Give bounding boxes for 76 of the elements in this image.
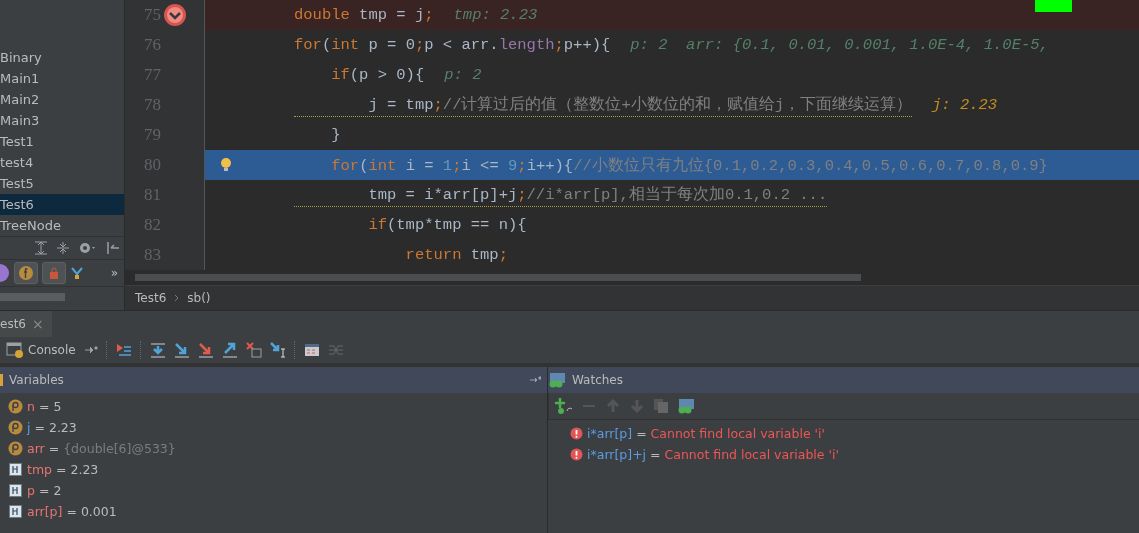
status-marker xyxy=(1035,0,1072,12)
panel-title: Watches xyxy=(572,373,623,387)
breadcrumb[interactable]: Test6 xyxy=(135,290,167,305)
lock-icon xyxy=(48,267,60,279)
debug-tab[interactable]: est6 × xyxy=(0,311,52,337)
collapse-all-icon[interactable] xyxy=(56,241,70,255)
local-variable-icon xyxy=(8,483,23,498)
lock-toggle[interactable] xyxy=(42,262,66,284)
step-out-icon[interactable] xyxy=(221,342,238,358)
inline-value: p: 2 arr: {0.1, 0.01, 0.001, 1.0E-4, 1.0E-5, xyxy=(630,36,1049,54)
scrollbar[interactable] xyxy=(0,293,65,301)
console-icon xyxy=(6,342,24,358)
settings-icon[interactable] xyxy=(78,241,98,255)
local-variable-icon xyxy=(8,504,23,519)
f-circle-icon xyxy=(18,265,34,281)
code-line: double tmp = j; xyxy=(294,6,434,24)
watch-icon xyxy=(548,372,566,388)
parameter-icon xyxy=(8,399,23,414)
variable-entry[interactable]: arr = {double[6]@533} xyxy=(27,441,176,456)
console-tab[interactable]: Console xyxy=(6,342,76,358)
code-line: for(int i = 1;i <= 9;i++){//小数位只有九位{0.1,0.2,0.3,0.4,0.5,0.6,0.7,0.8,0.9} xyxy=(330,155,1048,176)
pin-icon[interactable] xyxy=(83,345,98,355)
local-variable-icon xyxy=(8,462,23,477)
pin-icon[interactable] xyxy=(529,376,541,384)
tree-item[interactable]: test4 xyxy=(0,152,124,173)
copy-icon[interactable] xyxy=(653,398,669,414)
code-line: } xyxy=(330,126,341,144)
code-line: return tmp; xyxy=(404,246,508,264)
step-over-icon[interactable] xyxy=(149,342,166,358)
variable-entry[interactable]: n = 5 xyxy=(27,399,62,414)
lightbulb-icon[interactable] xyxy=(220,158,232,172)
inline-value: p: 2 xyxy=(444,66,482,84)
step-into-icon[interactable] xyxy=(173,342,190,358)
scrollbar[interactable] xyxy=(135,273,861,281)
tree-item[interactable]: Main3 xyxy=(0,110,124,131)
code-line: if(tmp*tmp == n){ xyxy=(367,216,527,234)
code-line: j = tmp;//计算过后的值（整数位+小数位的和，赋值给j，下面继续运算） xyxy=(294,93,913,117)
watch-entry[interactable]: i*arr[p] = Cannot find local variable 'i' xyxy=(587,426,825,441)
list-icon xyxy=(0,374,3,386)
tree-item[interactable]: TreeNode xyxy=(0,215,124,236)
code-line: if(p > 0){ xyxy=(330,66,425,84)
parameter-icon xyxy=(8,441,23,456)
watch-icon[interactable] xyxy=(677,398,695,414)
evaluate-icon[interactable] xyxy=(303,343,320,357)
inline-value: tmp: 2.23 xyxy=(453,6,538,24)
parameter-icon xyxy=(8,420,23,435)
tree-item[interactable]: Test5 xyxy=(0,173,124,194)
error-icon xyxy=(570,448,583,461)
tree-item[interactable]: Binary xyxy=(0,47,124,68)
watch-entry[interactable]: i*arr[p]+j = Cannot find local variable 'i' xyxy=(587,447,839,462)
show-execution-point-icon[interactable] xyxy=(115,342,132,358)
breadcrumb[interactable]: sb() xyxy=(187,290,211,305)
variable-entry[interactable]: j = 2.23 xyxy=(27,420,77,435)
variable-entry[interactable]: p = 2 xyxy=(27,483,62,498)
tree-item[interactable]: Main2 xyxy=(0,89,124,110)
add-watch-icon[interactable] xyxy=(555,397,573,415)
more-button[interactable]: » xyxy=(110,266,118,280)
inline-value: j: 2.23 xyxy=(932,96,998,114)
tree-item[interactable]: Main1 xyxy=(0,68,124,89)
force-step-into-icon[interactable] xyxy=(197,342,214,358)
error-icon xyxy=(570,427,583,440)
code-line: tmp = i*arr[p]+j;//i*arr[p],相当于每次加0.1,0.2 ... xyxy=(294,183,828,207)
tree-item[interactable]: Test6 xyxy=(0,194,124,215)
breakpoint-icon[interactable] xyxy=(163,3,187,27)
variable-entry[interactable]: arr[p] = 0.001 xyxy=(27,504,117,519)
hierarchy-icon[interactable] xyxy=(70,266,84,280)
pin-left-icon[interactable] xyxy=(106,241,120,255)
code-line: for(int p = 0;p < arr.length;p++){ xyxy=(294,36,611,54)
chevron-icon xyxy=(174,293,180,302)
panel-title: Variables xyxy=(9,373,64,387)
drop-frame-icon[interactable] xyxy=(245,342,262,358)
expand-all-icon[interactable] xyxy=(34,241,48,255)
tree-item[interactable]: Test1 xyxy=(0,131,124,152)
variable-entry[interactable]: tmp = 2.23 xyxy=(27,462,99,477)
run-to-cursor-icon[interactable] xyxy=(269,342,286,358)
field-toggle[interactable] xyxy=(14,262,38,284)
